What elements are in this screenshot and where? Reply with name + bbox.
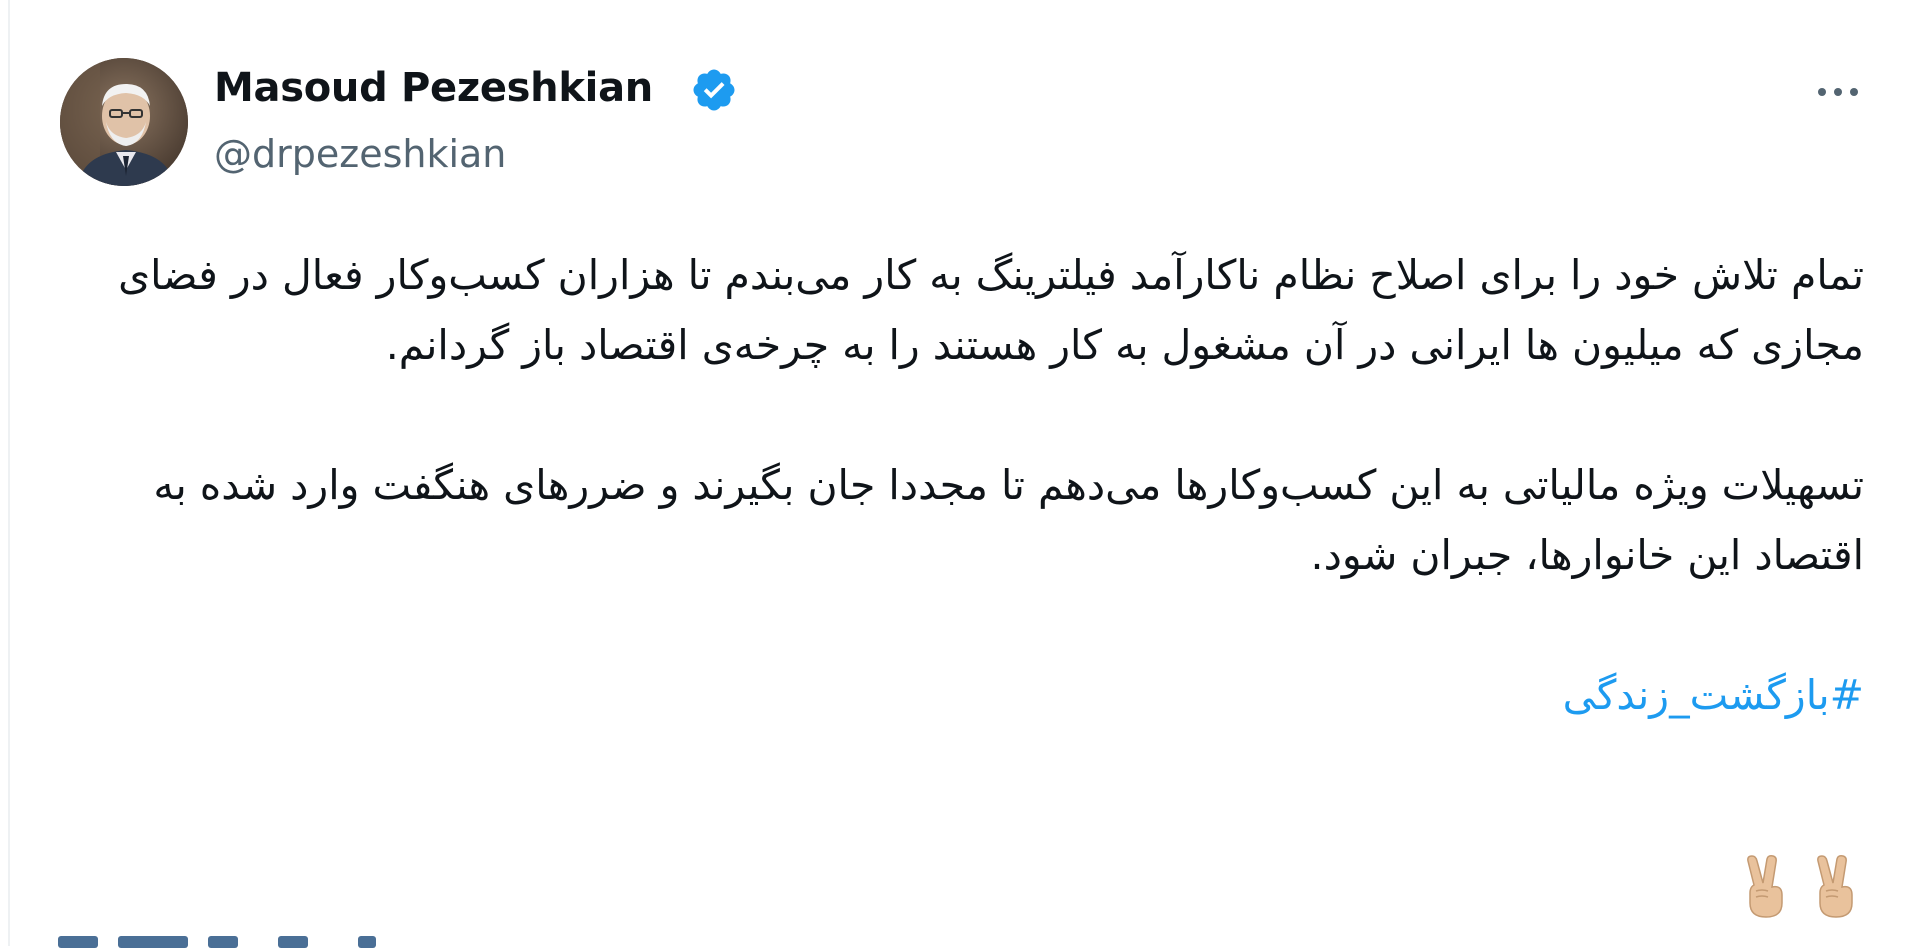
tweet-text: تمام تلاش خود را برای اصلاح نظام ناکارآم… [90, 240, 1864, 730]
victory-hand-icon [1747, 855, 1783, 918]
avatar[interactable] [60, 58, 188, 186]
more-options-icon[interactable] [1810, 72, 1866, 112]
verified-badge-icon[interactable] [690, 66, 738, 114]
hashtag-link[interactable]: #بازگشت_زندگی [1563, 671, 1864, 719]
tweet-card: Masoud Pezeshkian @drpezeshkian تمام تلا… [0, 0, 1920, 948]
tweet-paragraph: تمام تلاش خود را برای اصلاح نظام ناکارآم… [118, 251, 1864, 369]
author-name[interactable]: Masoud Pezeshkian [214, 62, 653, 114]
victory-hand-icon [1817, 855, 1853, 918]
truncated-footer-text [58, 936, 378, 950]
author-handle[interactable]: @drpezeshkian [214, 130, 506, 178]
tweet-paragraph: تسهیلات ویژه مالیاتی به این کسب‌وکارها م… [153, 461, 1864, 579]
emoji-row [1738, 855, 1864, 919]
card-border [8, 0, 10, 946]
